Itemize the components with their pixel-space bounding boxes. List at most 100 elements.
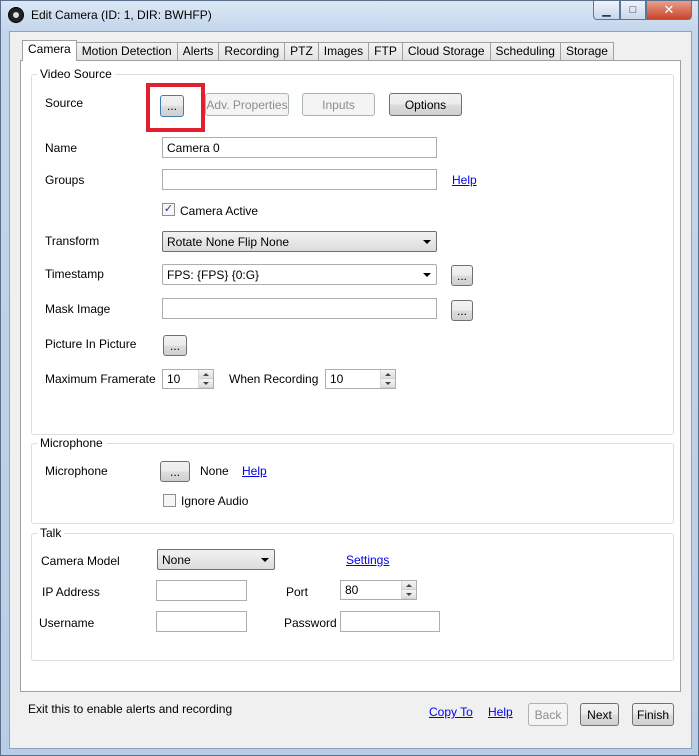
username-field[interactable] [156, 611, 247, 632]
next-button[interactable]: Next [580, 703, 619, 726]
maximum-framerate-stepper[interactable]: 10 [162, 369, 214, 389]
tab-ptz[interactable]: PTZ [284, 42, 319, 61]
highlight-box [146, 83, 205, 132]
password-label: Password [284, 616, 337, 630]
microphone-group: Microphone Microphone ... None Help Igno… [31, 436, 674, 524]
spin-down-icon[interactable] [402, 590, 416, 599]
maximum-framerate-spin-buttons[interactable] [198, 370, 213, 388]
finish-button-label: Finish [636, 707, 669, 722]
options-button-label: Options [404, 97, 447, 112]
tab-scheduling[interactable]: Scheduling [489, 42, 561, 61]
picture-in-picture-label: Picture In Picture [45, 337, 137, 351]
mask-image-browse-button[interactable]: ... [451, 300, 473, 321]
inputs-button-label: Inputs [322, 97, 355, 112]
picture-in-picture-button[interactable]: ... [163, 335, 187, 356]
timestamp-combo[interactable]: FPS: {FPS} {0:G} [162, 264, 437, 285]
source-label: Source [45, 96, 84, 110]
timestamp-value: FPS: {FPS} {0:G} [167, 268, 260, 282]
microphone-group-title: Microphone [37, 436, 106, 450]
title-bar[interactable]: Edit Camera (ID: 1, DIR: BWHFP) ▁ □ ✕ [1, 1, 698, 29]
name-field[interactable]: Camera 0 [162, 137, 437, 158]
microphone-help-link[interactable]: Help [242, 464, 267, 478]
port-value: 80 [345, 583, 359, 597]
talk-group: Talk Camera Model None Settings IP Addre… [31, 526, 674, 661]
back-button-label: Back [534, 707, 562, 722]
chevron-down-icon [423, 273, 431, 277]
microphone-label: Microphone [45, 464, 108, 478]
copy-to-link[interactable]: Copy To [429, 705, 473, 719]
timestamp-label: Timestamp [45, 267, 104, 281]
ignore-audio-label: Ignore Audio [181, 494, 249, 508]
video-source-title: Video Source [37, 67, 115, 81]
tab-recording[interactable]: Recording [218, 42, 286, 61]
chevron-down-icon [261, 558, 269, 562]
picture-in-picture-button-label: ... [169, 338, 180, 353]
maximize-icon: □ [629, 4, 637, 16]
when-recording-stepper[interactable]: 10 [325, 369, 396, 389]
video-source-group: Video Source Source ... Adv. Properties … [31, 67, 674, 435]
talk-group-title: Talk [37, 526, 65, 540]
camera-active-checkbox[interactable]: ✓ [162, 203, 175, 216]
window-title: Edit Camera (ID: 1, DIR: BWHFP) [31, 8, 212, 22]
spin-up-icon[interactable] [381, 370, 395, 379]
transform-label: Transform [45, 234, 100, 248]
inputs-button[interactable]: Inputs [302, 93, 375, 116]
adv-properties-button[interactable]: Adv. Properties [205, 93, 289, 116]
next-button-label: Next [587, 707, 612, 722]
adv-properties-button-label: Adv. Properties [206, 97, 288, 112]
minimize-icon: ▁ [602, 4, 611, 17]
camera-model-label: Camera Model [41, 554, 120, 568]
camera-tab-panel: Video Source Source ... Adv. Properties … [20, 60, 681, 692]
maximum-framerate-label: Maximum Framerate [45, 372, 156, 386]
transform-select[interactable]: Rotate None Flip None [162, 231, 437, 252]
when-recording-value: 10 [330, 372, 344, 386]
ignore-audio-checkbox[interactable] [163, 494, 176, 507]
mask-image-field[interactable] [162, 298, 437, 319]
chevron-down-icon [423, 240, 431, 244]
dialog-client-area: Camera Motion Detection Alerts Recording… [9, 31, 692, 749]
groups-field[interactable] [162, 169, 437, 190]
camera-model-select[interactable]: None [157, 549, 275, 570]
groups-help-link[interactable]: Help [452, 173, 477, 187]
spin-down-icon[interactable] [199, 379, 213, 388]
ip-address-field[interactable] [156, 580, 247, 601]
when-recording-label: When Recording [229, 372, 319, 386]
talk-settings-link[interactable]: Settings [346, 553, 389, 567]
minimize-button[interactable]: ▁ [593, 1, 620, 20]
microphone-value: None [200, 464, 229, 478]
tab-images[interactable]: Images [317, 42, 370, 61]
back-button[interactable]: Back [528, 703, 568, 726]
tab-alerts[interactable]: Alerts [176, 42, 220, 61]
spin-up-icon[interactable] [199, 370, 213, 379]
spin-up-icon[interactable] [402, 581, 416, 590]
camera-model-value: None [162, 553, 191, 567]
password-field[interactable] [340, 611, 440, 632]
maximize-button[interactable]: □ [620, 1, 646, 20]
options-button[interactable]: Options [389, 93, 462, 116]
tab-camera[interactable]: Camera [22, 40, 77, 61]
camera-active-label: Camera Active [180, 204, 259, 218]
timestamp-browse-button[interactable]: ... [451, 265, 473, 286]
port-spin-buttons[interactable] [401, 581, 416, 599]
timestamp-browse-button-label: ... [456, 268, 467, 283]
tab-storage[interactable]: Storage [559, 42, 614, 61]
transform-value: Rotate None Flip None [167, 235, 290, 249]
tab-motion-detection[interactable]: Motion Detection [75, 42, 178, 61]
tab-ftp[interactable]: FTP [368, 42, 403, 61]
footer-help-link[interactable]: Help [488, 705, 513, 719]
tab-cloud-storage[interactable]: Cloud Storage [401, 42, 491, 61]
microphone-browse-button[interactable]: ... [160, 461, 190, 482]
close-icon: ✕ [663, 2, 675, 17]
mask-image-label: Mask Image [45, 302, 111, 316]
edit-camera-window: Edit Camera (ID: 1, DIR: BWHFP) ▁ □ ✕ Ca… [0, 0, 699, 756]
status-text: Exit this to enable alerts and recording [28, 702, 233, 716]
microphone-browse-button-label: ... [169, 464, 180, 479]
finish-button[interactable]: Finish [632, 703, 674, 726]
when-recording-spin-buttons[interactable] [380, 370, 395, 388]
close-button[interactable]: ✕ [646, 1, 692, 20]
ip-address-label: IP Address [42, 585, 100, 599]
port-stepper[interactable]: 80 [340, 580, 417, 600]
groups-label: Groups [45, 173, 85, 187]
spin-down-icon[interactable] [381, 379, 395, 388]
port-label: Port [286, 585, 309, 599]
